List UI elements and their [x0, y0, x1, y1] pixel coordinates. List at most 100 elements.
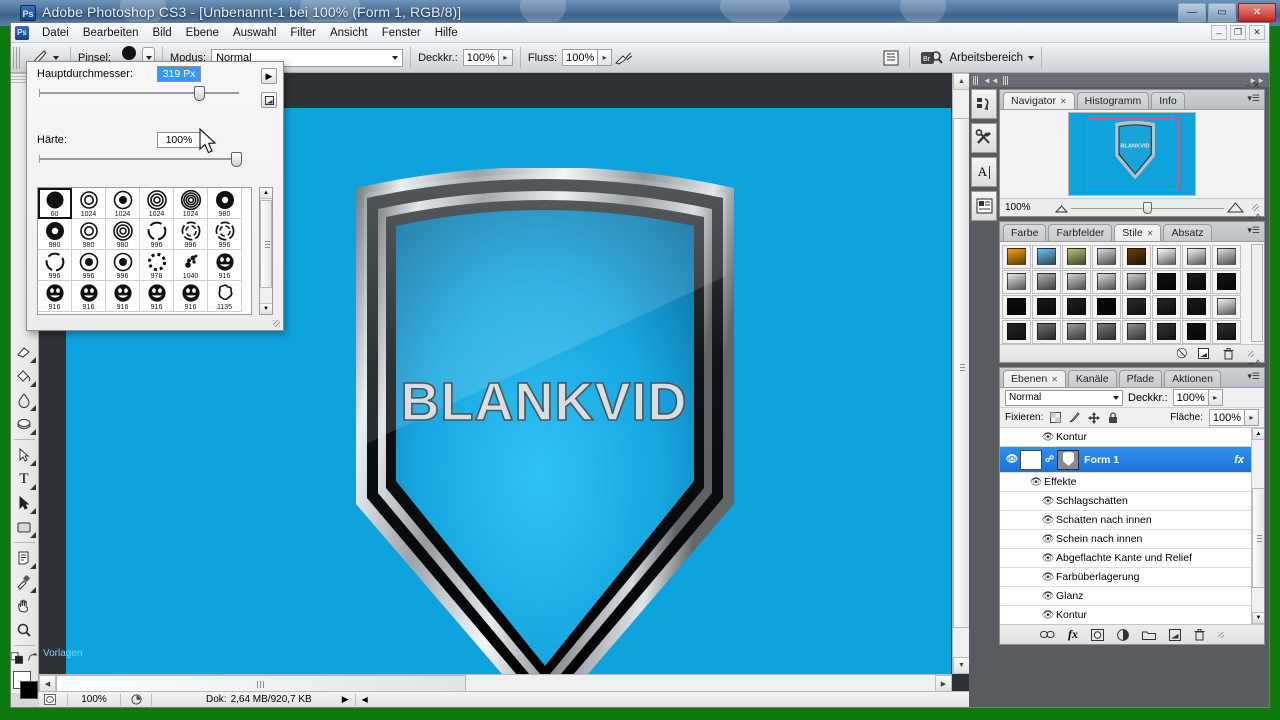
- doc-minimize-button[interactable]: –: [1211, 25, 1227, 40]
- style-swatch[interactable]: [1182, 245, 1211, 269]
- panel-menu-icon[interactable]: ▾☰: [1247, 93, 1260, 104]
- style-swatch[interactable]: [1152, 320, 1181, 344]
- character-icon[interactable]: A: [971, 157, 997, 187]
- horizontal-scroll-thumb[interactable]: [56, 675, 466, 692]
- add-style-icon[interactable]: fx: [1068, 627, 1078, 642]
- tool-dodge[interactable]: [11, 412, 37, 436]
- styles-close-icon[interactable]: – ^: [1248, 212, 1260, 222]
- options-bar-grip[interactable]: [13, 47, 20, 69]
- history-icon[interactable]: [971, 89, 997, 119]
- tool-eyedropper[interactable]: [11, 570, 37, 594]
- menu-auswahl[interactable]: Auswahl: [226, 25, 283, 41]
- layer-blend-mode-select[interactable]: Normal: [1005, 390, 1123, 406]
- hardness-slider[interactable]: [39, 152, 239, 166]
- panel-resize-grip[interactable]: [1248, 351, 1254, 357]
- navigator-zoom-slider[interactable]: [1051, 202, 1246, 214]
- style-swatch[interactable]: [1212, 320, 1241, 344]
- opacity-value[interactable]: 100%: [463, 49, 499, 66]
- layer-visibility-icon[interactable]: 👁: [1040, 432, 1056, 443]
- layer-visibility-icon[interactable]: 👁: [1040, 553, 1056, 564]
- brush-preset-cell[interactable]: 996: [140, 219, 174, 250]
- tab-kanaele[interactable]: Kanäle: [1068, 370, 1117, 387]
- style-swatch[interactable]: [1002, 295, 1031, 319]
- menu-filter[interactable]: Filter: [283, 25, 323, 41]
- brush-preset-cell[interactable]: 916: [106, 281, 140, 312]
- style-swatch[interactable]: [1032, 270, 1061, 294]
- panel-resize-grip[interactable]: [1218, 632, 1224, 638]
- layers-scroll-up-button[interactable]: ▲: [1252, 428, 1264, 440]
- tool-paint-bucket[interactable]: [11, 364, 37, 388]
- workspace-chevron-icon[interactable]: [1028, 56, 1034, 60]
- tab-farbfelder[interactable]: Farbfelder: [1048, 224, 1112, 241]
- color-swatches[interactable]: [11, 671, 39, 705]
- style-swatch[interactable]: [1032, 295, 1061, 319]
- style-swatch[interactable]: [1062, 270, 1091, 294]
- tab-navigator[interactable]: Navigator ✕: [1003, 92, 1075, 109]
- status-play-icon[interactable]: ▶: [342, 694, 349, 705]
- airbrush-icon[interactable]: [612, 47, 634, 69]
- canvas-vertical-scrollbar[interactable]: ▲ ▼: [952, 73, 969, 674]
- layer-fill-value[interactable]: 100%: [1209, 409, 1245, 426]
- lock-transparency-icon[interactable]: [1049, 411, 1062, 424]
- bridge-icon[interactable]: Br: [917, 47, 947, 69]
- layer-comps-icon[interactable]: [971, 191, 997, 221]
- tool-preset-caret-icon[interactable]: [53, 56, 59, 60]
- style-swatch[interactable]: [1122, 295, 1151, 319]
- tool-blur[interactable]: [11, 388, 37, 412]
- doc-restore-button[interactable]: ❐: [1230, 25, 1246, 40]
- style-swatch[interactable]: [1002, 245, 1031, 269]
- list-item[interactable]: 👁Abgeflachte Kante und Relief: [1000, 549, 1264, 568]
- list-item[interactable]: 👁Kontur: [1000, 428, 1264, 447]
- styles-scrollbar[interactable]: [1251, 244, 1263, 342]
- style-swatch[interactable]: [1212, 295, 1241, 319]
- panel-menu-icon[interactable]: ▾☰: [1247, 371, 1260, 382]
- brush-preset-popup[interactable]: ▶ Hauptdurchmesser: 319 Px Härte: 100%: [26, 61, 284, 331]
- dock-collapse-bar[interactable]: ◄◄ ►►: [969, 73, 1269, 87]
- brush-preset-cell[interactable]: 1040: [174, 250, 208, 281]
- background-color-swatch[interactable]: [20, 681, 38, 699]
- brush-preset-cell[interactable]: 916: [72, 281, 106, 312]
- brush-preset-cell[interactable]: 60: [38, 188, 72, 219]
- brush-panel-menu-icon[interactable]: ▶: [261, 68, 277, 84]
- menu-bearbeiten[interactable]: Bearbeiten: [76, 25, 146, 41]
- style-swatch[interactable]: [1182, 270, 1211, 294]
- brush-preset-cell[interactable]: 916: [208, 250, 242, 281]
- style-swatch[interactable]: [1062, 295, 1091, 319]
- window-minimize-button[interactable]: —: [1178, 3, 1206, 22]
- menu-ebene[interactable]: Ebene: [179, 25, 226, 41]
- menu-bild[interactable]: Bild: [145, 25, 178, 41]
- brush-preset-cell[interactable]: 1135: [208, 281, 242, 312]
- style-swatch[interactable]: [1152, 295, 1181, 319]
- panel-resize-grip[interactable]: [1252, 204, 1259, 211]
- layers-close-icon[interactable]: – ^: [1248, 358, 1260, 368]
- list-item[interactable]: 👁Kontur: [1000, 606, 1264, 624]
- window-maximize-button[interactable]: ▭: [1208, 3, 1236, 22]
- diameter-slider[interactable]: [39, 86, 239, 100]
- workspace-label[interactable]: Arbeitsbereich: [949, 52, 1023, 64]
- brush-scroll-thumb[interactable]: [260, 200, 272, 288]
- status-prev-icon[interactable]: ◀: [362, 695, 368, 704]
- brush-scroll-up-button[interactable]: ▲: [260, 188, 272, 199]
- navigator-zoom-knob[interactable]: [1143, 202, 1152, 214]
- style-swatch[interactable]: [1032, 245, 1061, 269]
- navigator-close-icon[interactable]: – ✕: [1245, 80, 1260, 91]
- brush-preset-cell[interactable]: 980: [38, 219, 72, 250]
- brush-preset-cell[interactable]: 1024: [174, 188, 208, 219]
- table-row[interactable]: 👁☍Form 1fx: [1000, 447, 1264, 473]
- fullscreen-mode-icon[interactable]: [39, 694, 61, 705]
- scroll-down-button[interactable]: ▼: [953, 657, 970, 674]
- layer-fx-indicator[interactable]: fx: [1234, 454, 1244, 466]
- tab-absatz[interactable]: Absatz: [1163, 224, 1211, 241]
- collapse-left-icon[interactable]: ◄◄: [983, 76, 999, 85]
- list-item[interactable]: 👁Glanz: [1000, 587, 1264, 606]
- tool-eraser[interactable]: [11, 340, 37, 364]
- style-swatch[interactable]: [1002, 320, 1031, 344]
- flow-stepper-icon[interactable]: ▸: [598, 49, 612, 66]
- style-swatch[interactable]: [1092, 320, 1121, 344]
- layer-visibility-icon[interactable]: 👁: [1028, 477, 1044, 488]
- style-swatch[interactable]: [1122, 270, 1151, 294]
- layer-visibility-icon[interactable]: 👁: [1004, 454, 1020, 465]
- menu-datei[interactable]: Datei: [35, 25, 76, 41]
- layers-scroll-down-button[interactable]: ▼: [1252, 612, 1264, 624]
- brush-preset-cell[interactable]: 996: [72, 250, 106, 281]
